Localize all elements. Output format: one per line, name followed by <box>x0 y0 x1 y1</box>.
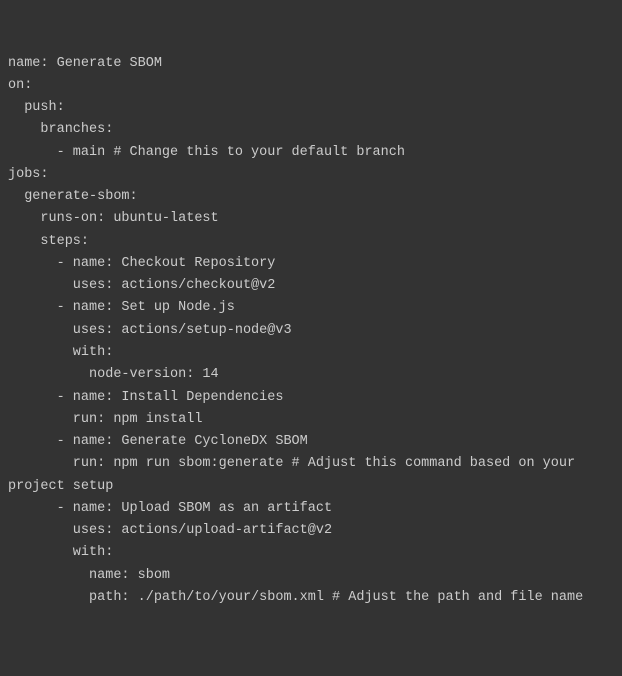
code-line: uses: actions/upload-artifact@v2 <box>8 520 614 542</box>
code-line: push: <box>8 97 614 119</box>
code-line: name: Generate SBOM <box>8 53 614 75</box>
code-line: with: <box>8 542 614 564</box>
code-line: - name: Upload SBOM as an artifact <box>8 498 614 520</box>
code-line: name: sbom <box>8 565 614 587</box>
code-line: node-version: 14 <box>8 364 614 386</box>
code-line: generate-sbom: <box>8 186 614 208</box>
code-line: uses: actions/checkout@v2 <box>8 275 614 297</box>
code-line: with: <box>8 342 614 364</box>
code-line: on: <box>8 75 614 97</box>
code-line: - name: Set up Node.js <box>8 297 614 319</box>
code-line: branches: <box>8 119 614 141</box>
code-line: - name: Generate CycloneDX SBOM <box>8 431 614 453</box>
code-line: path: ./path/to/your/sbom.xml # Adjust t… <box>8 587 614 609</box>
yaml-code-block: name: Generate SBOMon: push: branches: -… <box>8 53 614 610</box>
code-line: uses: actions/setup-node@v3 <box>8 320 614 342</box>
code-line: jobs: <box>8 164 614 186</box>
code-line: run: npm install <box>8 409 614 431</box>
code-line: - name: Checkout Repository <box>8 253 614 275</box>
code-line: run: npm run sbom:generate # Adjust this… <box>8 453 614 475</box>
code-line: project setup <box>8 476 614 498</box>
code-line: - main # Change this to your default bra… <box>8 142 614 164</box>
code-line: runs-on: ubuntu-latest <box>8 208 614 230</box>
code-line: steps: <box>8 231 614 253</box>
code-line: - name: Install Dependencies <box>8 387 614 409</box>
